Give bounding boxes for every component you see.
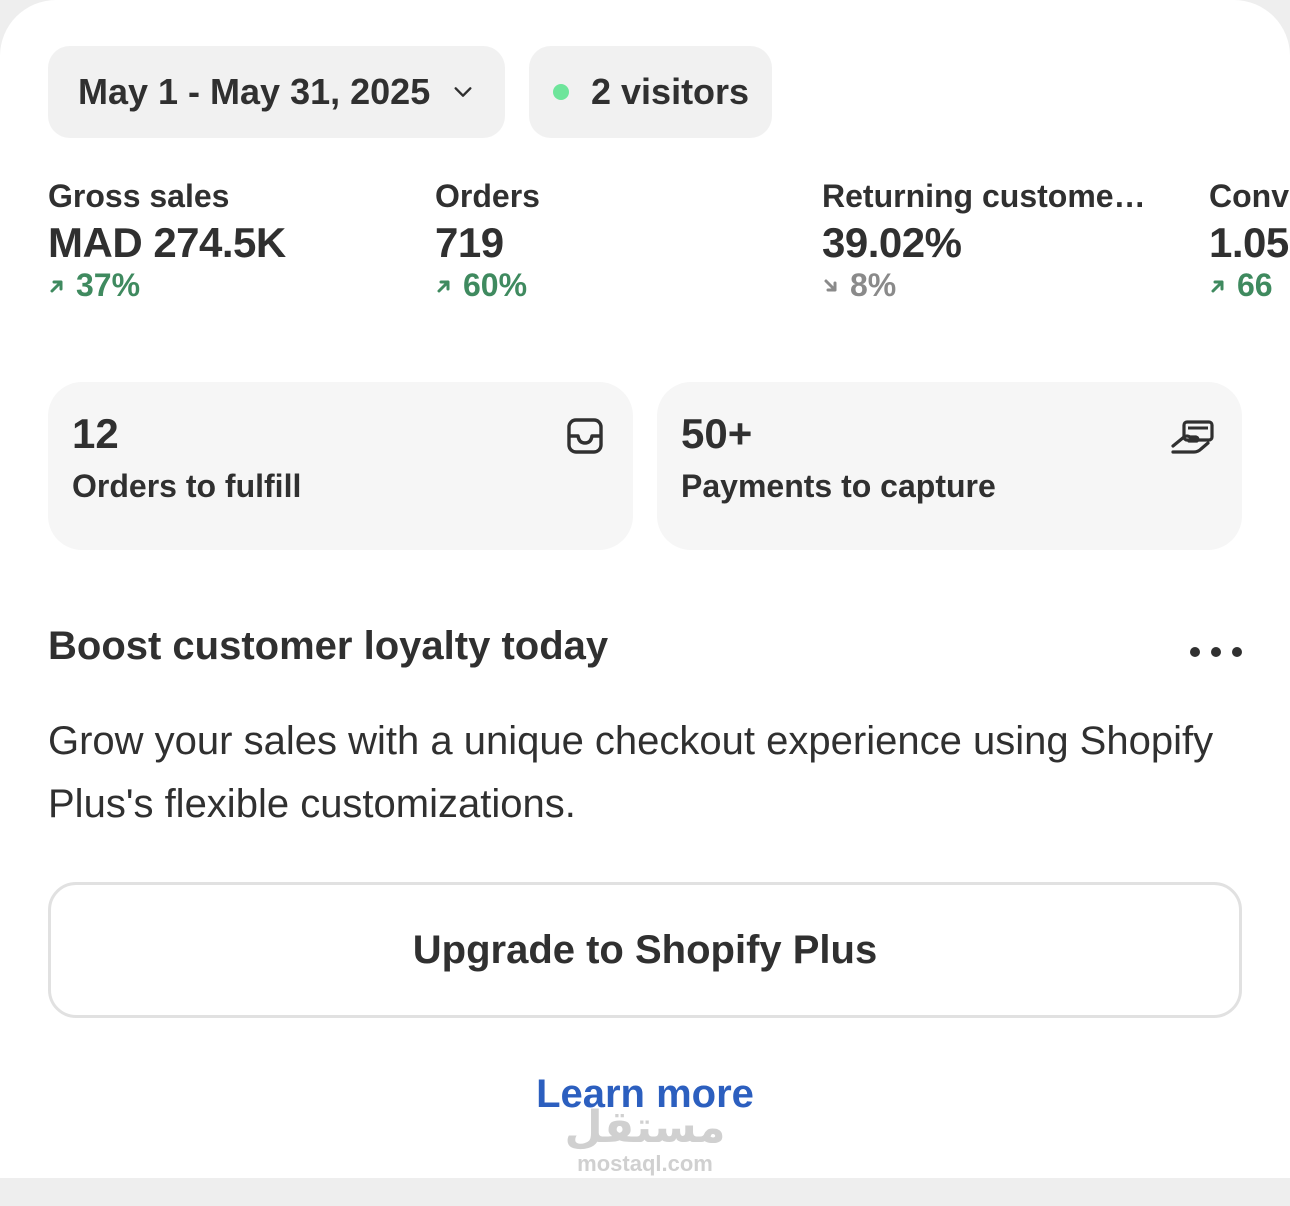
metric-delta-value: 66 xyxy=(1237,267,1273,303)
watermark-latin: mostaql.com xyxy=(577,1151,713,1176)
payments-to-capture-card[interactable]: 50+ Payments to capture xyxy=(657,382,1242,550)
task-count: 12 xyxy=(72,410,119,457)
date-range-label: May 1 - May 31, 2025 xyxy=(78,71,431,112)
inbox-icon xyxy=(567,418,603,454)
live-visitors-button[interactable]: 2 visitors xyxy=(529,46,772,138)
chevron-down-icon xyxy=(454,87,472,97)
live-status-dot xyxy=(553,84,569,100)
metric-value: 1.05 xyxy=(1209,219,1289,266)
metric-conversion[interactable]: Conv 1.05 66 xyxy=(1209,178,1289,304)
upgrade-button-label: Upgrade to Shopify Plus xyxy=(412,927,878,972)
more-dot-icon xyxy=(1232,647,1242,657)
metric-label: Gross sales xyxy=(48,178,230,214)
payment-hand-icon xyxy=(1171,420,1214,454)
more-dot-icon xyxy=(1211,647,1221,657)
more-dot-icon xyxy=(1190,647,1200,657)
metric-delta-value: 8% xyxy=(850,267,897,303)
metric-value: 719 xyxy=(435,219,504,266)
promo-body: Grow your sales with a unique checkout e… xyxy=(48,719,1214,826)
metric-label: Conv xyxy=(1209,178,1289,214)
arrow-up-right-icon xyxy=(1211,280,1224,292)
metric-gross-sales[interactable]: Gross sales MAD 274.5K 37% xyxy=(48,178,286,304)
home-card: May 1 - May 31, 2025 2 visitors Gross sa… xyxy=(0,0,1290,1178)
metric-delta-value: 60% xyxy=(463,267,528,303)
task-count: 50+ xyxy=(681,410,753,457)
more-options-button[interactable] xyxy=(1190,640,1242,664)
task-label: Orders to fulfill xyxy=(72,468,302,504)
orders-to-fulfill-card[interactable]: 12 Orders to fulfill xyxy=(48,382,633,550)
watermark-logo: مستقل mostaql.com xyxy=(0,1104,1290,1176)
metric-label: Returning custome… xyxy=(822,178,1146,214)
metric-returning-customers[interactable]: Returning custome… 39.02% 8% xyxy=(822,178,1146,304)
watermark-arabic: مستقل xyxy=(564,1103,726,1152)
upgrade-button[interactable]: Upgrade to Shopify Plus xyxy=(48,882,1242,1018)
metric-value: MAD 274.5K xyxy=(48,219,286,266)
metric-orders[interactable]: Orders 719 60% xyxy=(435,178,540,304)
task-label: Payments to capture xyxy=(681,468,996,504)
metric-delta-value: 37% xyxy=(76,267,141,303)
visitors-label: 2 visitors xyxy=(591,71,750,112)
metric-label: Orders xyxy=(435,178,540,214)
metric-delta: 8% xyxy=(822,267,1146,304)
arrow-up-right-icon xyxy=(50,280,63,292)
metric-delta: 60% xyxy=(435,267,540,304)
metric-delta: 66 xyxy=(1209,267,1289,304)
arrow-down-right-icon xyxy=(824,279,837,291)
date-range-picker[interactable]: May 1 - May 31, 2025 xyxy=(48,46,505,138)
metric-delta: 37% xyxy=(48,267,286,304)
arrow-up-right-icon xyxy=(437,280,450,292)
metric-value: 39.02% xyxy=(822,219,962,266)
promo-title: Boost customer loyalty today xyxy=(48,624,609,668)
